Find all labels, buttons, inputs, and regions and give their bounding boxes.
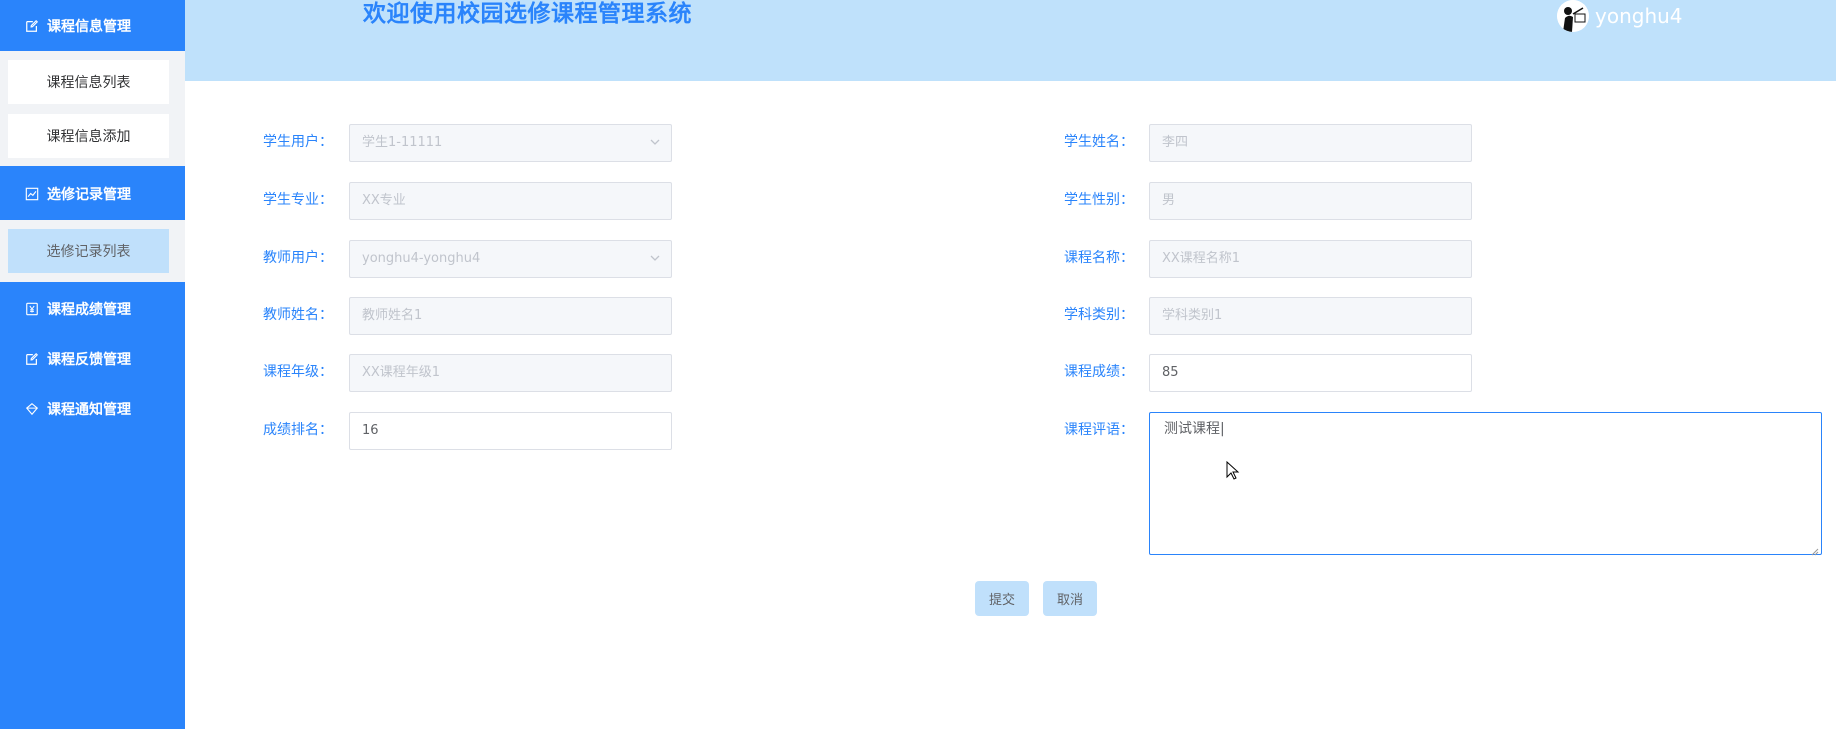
course-comment-text: 测试课程| (1164, 421, 1225, 437)
sidebar: 课程信息管理 课程信息列表 课程信息添加 选修记录管理 选修记录列表 课程成绩管… (0, 0, 185, 729)
course-score-field[interactable]: 85 (1149, 354, 1472, 392)
yen-icon (25, 302, 39, 316)
student-major-field[interactable]: XX专业 (349, 182, 672, 220)
teacher-user-select[interactable]: yonghu4-yonghu4 (349, 240, 672, 278)
label-student-major: 学生专业： (263, 192, 333, 208)
teacher-user-value: yonghu4-yonghu4 (362, 251, 481, 266)
student-user-value: 学生1-11111 (362, 135, 443, 150)
label-student-gender: 学生性别： (1064, 192, 1134, 208)
menu-course-scores[interactable]: 课程成绩管理 (0, 284, 185, 334)
cancel-button[interactable]: 取消 (1043, 581, 1097, 616)
user-menu[interactable]: yonghu4 (1557, 0, 1683, 32)
diamond-icon (25, 402, 39, 416)
menu-course-notices[interactable]: 课程通知管理 (0, 384, 185, 434)
teacher-name-field[interactable]: 教师姓名1 (349, 297, 672, 335)
submenu-course-info: 课程信息列表 课程信息添加 (0, 51, 185, 166)
resize-handle-icon[interactable] (1811, 544, 1819, 556)
menu-elective-records-label: 选修记录管理 (47, 187, 131, 203)
course-grade-level-field[interactable]: XX课程年级1 (349, 354, 672, 392)
label-student-name: 学生姓名： (1064, 134, 1134, 150)
chevron-down-icon (649, 125, 661, 161)
chart-line-icon (25, 187, 39, 201)
label-subject-category: 学科类别： (1064, 307, 1134, 323)
menu-course-feedback-label: 课程反馈管理 (47, 352, 131, 368)
student-gender-field[interactable]: 男 (1149, 182, 1472, 220)
username: yonghu4 (1595, 4, 1683, 28)
student-name-field[interactable]: 李四 (1149, 124, 1472, 162)
subject-category-field[interactable]: 学科类别1 (1149, 297, 1472, 335)
score-rank-field[interactable]: 16 (349, 412, 672, 450)
sidebar-item-course-list[interactable]: 课程信息列表 (8, 60, 169, 104)
label-teacher-name: 教师姓名： (263, 307, 333, 323)
avatar[interactable] (1557, 0, 1589, 32)
menu-course-notices-label: 课程通知管理 (47, 402, 131, 418)
edit-icon (25, 19, 39, 33)
label-student-user: 学生用户： (263, 134, 333, 150)
submit-button[interactable]: 提交 (975, 581, 1029, 616)
menu-course-info[interactable]: 课程信息管理 (0, 1, 185, 51)
mouse-cursor-icon (1226, 460, 1240, 485)
submenu-elective-records: 选修记录列表 (0, 220, 185, 282)
label-course-name: 课程名称： (1064, 250, 1134, 266)
course-comment-textarea[interactable]: 测试课程| (1149, 412, 1822, 556)
menu-course-scores-label: 课程成绩管理 (47, 302, 131, 318)
label-course-grade-level: 课程年级： (263, 364, 333, 380)
menu-course-info-label: 课程信息管理 (47, 19, 131, 35)
edit-icon (25, 352, 39, 366)
label-course-comment: 课程评语： (1064, 422, 1134, 438)
label-course-score: 课程成绩： (1064, 364, 1134, 380)
student-user-select[interactable]: 学生1-11111 (349, 124, 672, 162)
chevron-down-icon (649, 241, 661, 277)
label-score-rank: 成绩排名： (263, 422, 333, 438)
sidebar-item-elective-list[interactable]: 选修记录列表 (8, 229, 169, 273)
page-title: 欢迎使用校园选修课程管理系统 (363, 1, 692, 27)
sidebar-item-course-add[interactable]: 课程信息添加 (8, 114, 169, 158)
menu-course-feedback[interactable]: 课程反馈管理 (0, 334, 185, 384)
label-teacher-user: 教师用户： (263, 250, 333, 266)
course-name-field[interactable]: XX课程名称1 (1149, 240, 1472, 278)
menu-elective-records[interactable]: 选修记录管理 (0, 169, 185, 219)
